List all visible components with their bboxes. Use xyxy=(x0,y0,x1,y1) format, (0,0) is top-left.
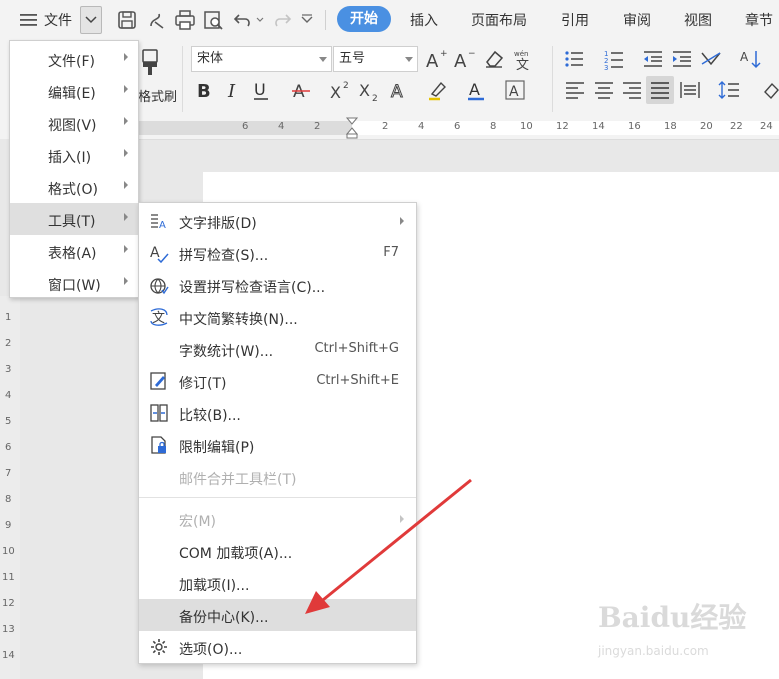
baidu-watermark: Baidu经验 jingyan.baidu.com xyxy=(598,596,748,666)
watermark-brand: Baidu经验 xyxy=(598,601,747,634)
annotation-arrow xyxy=(305,478,472,614)
watermark-url: jingyan.baidu.com xyxy=(598,644,709,658)
